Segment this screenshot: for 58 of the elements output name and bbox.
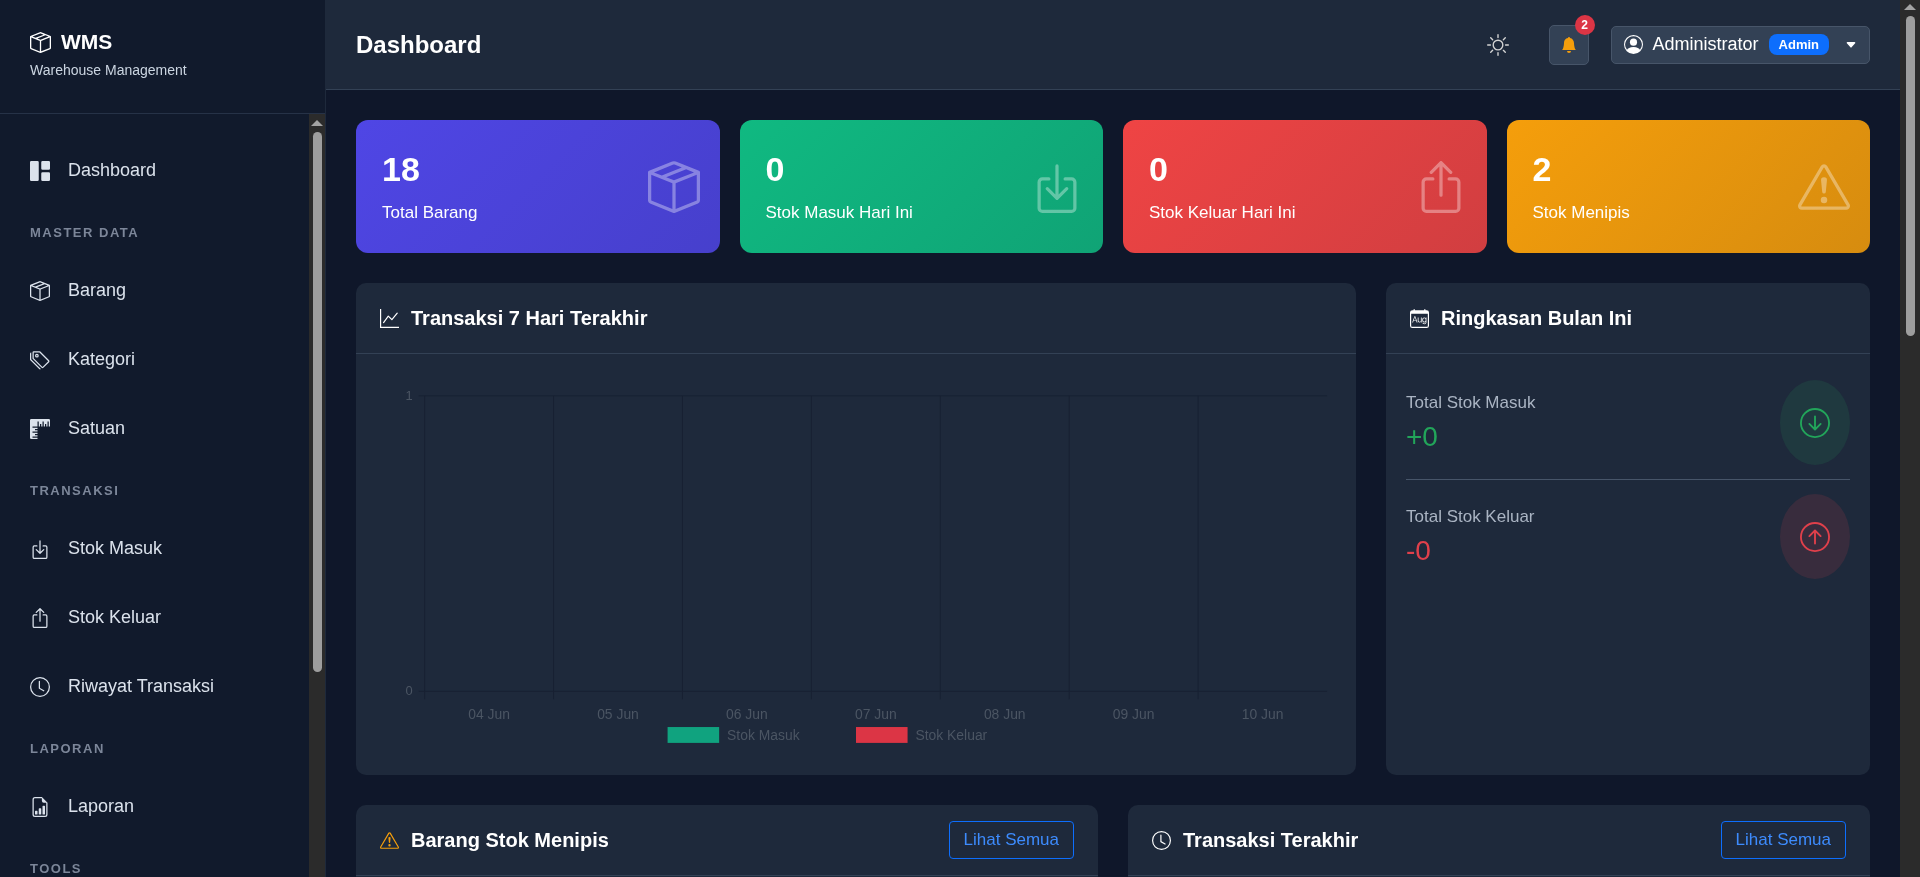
chart-document-icon: [30, 796, 50, 817]
user-icon: [1623, 35, 1643, 54]
role-badge: Admin: [1768, 34, 1829, 55]
stat-value: 0: [1149, 150, 1169, 189]
sun-icon[interactable]: [1486, 33, 1509, 56]
page-title: Dashboard: [356, 30, 483, 59]
user-menu-button[interactable]: Administrator Admin: [1610, 25, 1870, 64]
clock-icon: [30, 676, 50, 697]
summary-label: Total Stok Masuk: [1406, 392, 1536, 413]
nav-item[interactable]: Riwayat Transaksi: [0, 652, 309, 721]
box-icon: [30, 280, 50, 301]
nav-section-label: TRANSAKSI: [29, 482, 121, 500]
user-name: Administrator: [1652, 34, 1759, 55]
summary-value: +0: [1406, 420, 1439, 453]
stat-value: 18: [382, 150, 421, 189]
box-arrow-up-icon: [30, 607, 50, 628]
stat-label: Stok Masuk Hari Ini: [765, 203, 913, 223]
nav-item[interactable]: Kategori: [0, 325, 309, 394]
nav-item[interactable]: Dashboard: [0, 136, 309, 205]
summary-value: -0: [1406, 534, 1432, 567]
nav-section-label: MASTER DATA: [29, 224, 141, 242]
panel-title: Barang Stok Menipis: [411, 828, 610, 852]
stat-label: Total Barang: [382, 203, 478, 223]
notification-badge: 2: [1574, 14, 1595, 35]
stat-value: 0: [765, 150, 786, 189]
ruler-icon: [30, 418, 50, 439]
nav-item[interactable]: Stok Keluar: [0, 583, 309, 652]
view-all-button[interactable]: Lihat Semua: [1720, 821, 1846, 859]
nav-item[interactable]: Laporan: [0, 772, 309, 841]
warning-icon: [380, 830, 399, 850]
bell-icon: [1560, 36, 1577, 53]
legend-swatch: [856, 727, 908, 743]
box-icon: [30, 31, 51, 53]
stat-label: Stok Menipis: [1532, 203, 1630, 223]
brand-subtitle: Warehouse Management: [30, 62, 188, 78]
nav-section-label: TOOLS: [29, 860, 84, 877]
tags-icon: [30, 349, 50, 370]
scrollbar[interactable]: [309, 114, 325, 877]
summary-label: Total Stok Keluar: [1406, 506, 1535, 527]
nav-item[interactable]: Barang: [0, 256, 309, 325]
box-arrow-down-icon: [30, 538, 50, 559]
legend-swatch: [667, 727, 720, 743]
line-chart-icon: [380, 308, 399, 328]
nav-item[interactable]: Satuan: [0, 394, 309, 463]
nav-item[interactable]: Stok Masuk: [0, 514, 309, 583]
calendar-icon: [1410, 308, 1429, 328]
view-all-button[interactable]: Lihat Semua: [948, 821, 1074, 859]
brand-name: WMS: [61, 30, 113, 54]
panel-title: Transaksi Terakhir: [1183, 828, 1360, 852]
stat-label: Stok Keluar Hari Ini: [1149, 203, 1296, 223]
nav-section-label: LAPORAN: [29, 740, 106, 758]
panel-title: Transaksi 7 Hari Terakhir: [411, 306, 649, 330]
box-icon: [647, 160, 700, 213]
clock-icon: [1152, 830, 1171, 850]
panel-title: Ringkasan Bulan Ini: [1441, 306, 1634, 330]
scrollbar[interactable]: [1900, 0, 1920, 877]
dashboard-icon: [30, 160, 50, 181]
stat-value: 2: [1532, 150, 1553, 189]
